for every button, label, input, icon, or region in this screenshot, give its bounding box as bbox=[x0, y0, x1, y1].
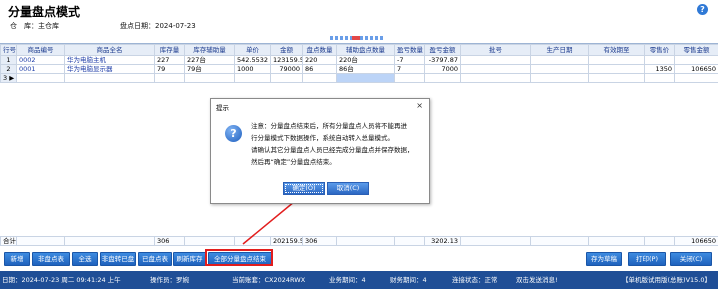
status-operator: 操作员：罗婉 bbox=[150, 276, 189, 284]
dialog-title: 提示 bbox=[216, 104, 229, 112]
status-version: 【单机版试用版(总账)V15.0】 bbox=[622, 276, 711, 284]
dialog-cancel-button[interactable]: 取消(C) bbox=[327, 182, 369, 195]
status-date: 日期：2024-07-23 周二 09:41:24 上午 bbox=[2, 276, 121, 284]
status-account: 当前账套：CX2024RWX bbox=[232, 276, 306, 284]
dialog-message-line: 然后再“确定”分量盘点结束。 bbox=[251, 158, 336, 166]
dialog-message-line: 行分量模式下数据操作，系统自动转入总量模式。 bbox=[251, 134, 394, 142]
confirm-dialog: 提示 × ? 注意：分量盘点结束后，所有分量盘点人员将不能再进 行分量模式下数据… bbox=[210, 98, 430, 204]
dialog-close-icon[interactable]: × bbox=[416, 101, 423, 110]
status-bar: 日期：2024-07-23 周二 09:41:24 上午 操作员：罗婉 当前账套… bbox=[0, 271, 718, 289]
status-period: 业务期间：4 bbox=[329, 276, 366, 284]
dialog-message-line: 请确认其它分量盘点人员已经完成分量盘点并保存数据， bbox=[251, 146, 414, 154]
status-fin-period: 财务期间：4 bbox=[390, 276, 427, 284]
status-message[interactable]: 双击发送消息! bbox=[516, 271, 558, 289]
status-connection: 连接状态：正常 bbox=[452, 276, 498, 284]
dialog-message-line: 注意：分量盘点结束后，所有分量盘点人员将不能再进 bbox=[251, 122, 407, 130]
question-icon: ? bbox=[225, 125, 242, 142]
dialog-ok-button[interactable]: 确定(O) bbox=[283, 182, 325, 195]
